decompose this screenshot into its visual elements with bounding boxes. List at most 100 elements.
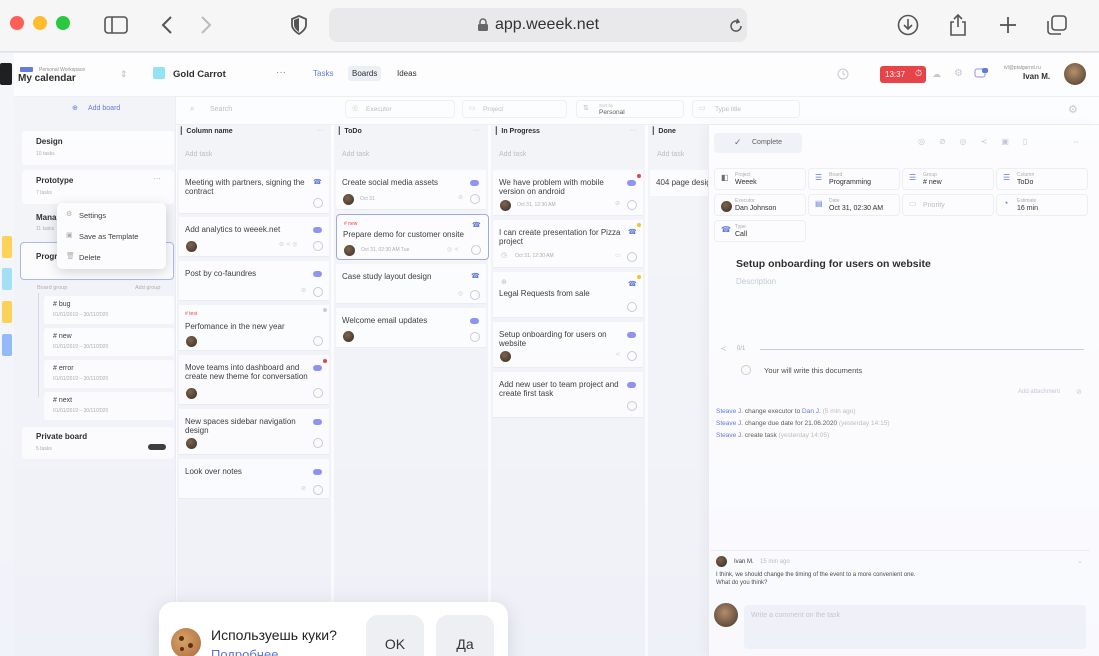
complete-check-icon[interactable] [313,336,323,346]
task-card[interactable]: Create social media assets Oct 31 ⊘ [336,170,486,210]
column-header[interactable]: ▏Column name [181,127,233,143]
task-card[interactable]: I can create presentation for Pizza proj… [493,220,643,268]
field-project[interactable]: ◧ Project Weeek [714,168,806,190]
column-header[interactable]: ▏In Progress [496,127,540,143]
field-board[interactable]: ☰ Board Programming [808,168,900,190]
add-task-button[interactable]: Add task [342,151,369,158]
forward-icon[interactable] [192,11,220,39]
project-more-button[interactable]: ··· [276,67,286,78]
field-type[interactable]: ☎ Type Call [714,220,806,242]
complete-check-icon[interactable] [470,194,480,204]
project-filter[interactable]: ▭ Project [462,100,567,118]
task-card[interactable]: Look over notes ⊘ [179,459,329,499]
menu-delete[interactable]: Delete [79,253,101,262]
task-card[interactable]: New spaces sidebar navigation design [179,409,329,455]
complete-check-icon[interactable] [627,200,637,210]
complete-check-icon[interactable] [627,401,637,411]
close-window-button[interactable] [10,16,24,30]
tab-tasks[interactable]: Tasks [313,69,333,78]
task-card[interactable]: Move teams into dashboard and create new… [179,355,329,405]
task-card[interactable]: Add analytics to weeek.net ⊘ ≺ ◎ [179,217,329,257]
task-card[interactable]: Welcome email updates [336,308,486,348]
type-filter[interactable]: ▭ Type title [692,100,800,118]
tab-boards[interactable]: Boards [348,66,382,81]
menu-settings[interactable]: Settings [79,211,106,220]
shield-icon[interactable] [285,11,313,39]
complete-check-icon[interactable] [470,332,480,342]
download-icon[interactable] [894,11,922,39]
user-avatar[interactable] [1064,63,1086,85]
search-input[interactable]: Search [210,106,232,113]
add-board-button[interactable]: Add board [88,105,120,112]
complete-check-icon[interactable] [313,198,323,208]
tabs-overview-icon[interactable] [1043,11,1071,39]
new-tab-icon[interactable] [994,11,1022,39]
task-card[interactable]: 404 page design [650,170,715,196]
subtask-text[interactable]: Your will write this documents [764,366,862,375]
complete-check-icon[interactable] [627,302,637,312]
workspace-title[interactable]: My calendar [18,73,76,84]
complete-check-icon[interactable] [627,252,637,262]
cloud-icon[interactable]: ☁ [932,69,941,80]
complete-check-icon[interactable] [313,485,323,495]
complete-check-icon[interactable] [471,245,481,255]
board-settings-icon[interactable]: ⚙ [1068,103,1078,116]
detail-toolbar-icons[interactable]: ◎⊘◎≺▣▯ [918,137,1041,146]
timer-badge[interactable]: 13:37 ⏱ [880,66,926,83]
rail-board-yellow[interactable] [2,236,12,258]
task-card[interactable]: We have problem with mobile version on a… [493,170,643,216]
complete-check-icon[interactable] [313,241,323,251]
complete-check-icon[interactable] [470,290,480,300]
gear-icon[interactable]: ⚙ [954,68,963,79]
add-task-button[interactable]: Add task [657,151,684,158]
task-card-selected[interactable]: # new Prepare demo for customer onsite ☎… [336,214,489,260]
user-name[interactable]: Ivan M. [1023,72,1050,81]
rail-board-blue[interactable] [2,268,12,290]
executor-filter[interactable]: ◎ Executor [345,100,455,118]
column-more-icon[interactable]: ··· [316,127,323,134]
complete-check-icon[interactable] [313,287,323,297]
cookie-more-link[interactable]: Подробнее [211,647,278,656]
address-bar[interactable]: app.weeek.net [329,8,747,42]
reload-icon[interactable] [722,12,750,40]
back-icon[interactable] [153,11,181,39]
clock-icon[interactable] [837,68,849,80]
minimize-window-button[interactable] [33,16,47,30]
share-icon[interactable] [944,11,972,39]
task-card[interactable]: Meeting with partners, signing the contr… [179,170,329,214]
workspace-switch-icon[interactable]: ⇕ [120,69,128,80]
task-card[interactable]: Post by co-faundres ⊘ [179,261,329,301]
complete-check-icon[interactable] [313,388,323,398]
maximize-window-button[interactable] [56,16,70,30]
comment-input[interactable]: Write a comment on the task [744,605,1086,649]
project-name[interactable]: Gold Carrot [173,69,226,80]
column-more-icon[interactable]: ··· [630,127,637,134]
cookie-ok-button[interactable]: OK [366,615,424,656]
task-card[interactable]: # test Perfomance in the new year [179,305,329,351]
task-card[interactable]: Legal Requests from sale ☎ ⊕ [493,272,643,318]
complete-check-icon[interactable] [627,351,637,361]
cookie-yes-button[interactable]: Да [436,615,494,656]
task-card[interactable]: Setup onboarding for users on website ≺ [493,322,643,368]
board-more-icon[interactable]: ··· [153,174,161,183]
collapse-icon[interactable]: ⇔ [1072,137,1080,146]
add-attachment-button[interactable]: Add attachment [1018,389,1060,395]
sort-filter[interactable]: ⇅ Sort by Personal [576,100,684,118]
add-board-plus-icon[interactable]: ⊕ [72,104,78,112]
rail-board-yellow-2[interactable] [2,301,12,323]
column-more-icon[interactable]: ··· [473,127,480,134]
rail-board-purple[interactable] [2,334,12,356]
task-title-heading[interactable]: Setup onboarding for users on website [736,258,931,270]
field-group[interactable]: ☰ Group # new [902,168,994,190]
field-estimate[interactable]: ◔ Estimate 16 min [996,194,1088,216]
complete-check-icon[interactable] [313,438,323,448]
task-card[interactable]: Case study layout design ☎ ◎ [336,264,486,304]
task-description[interactable]: Description [736,277,776,286]
sidebar-toggle-icon[interactable] [102,11,130,39]
chat-icon[interactable] [974,68,988,80]
field-priority[interactable]: ▭ Priority [902,194,994,216]
tab-ideas[interactable]: Ideas [397,69,417,78]
subtask-check-icon[interactable] [741,365,751,375]
column-header[interactable]: ▏Done [653,127,676,143]
field-executor[interactable]: Executor Dan Johnson [714,194,806,216]
